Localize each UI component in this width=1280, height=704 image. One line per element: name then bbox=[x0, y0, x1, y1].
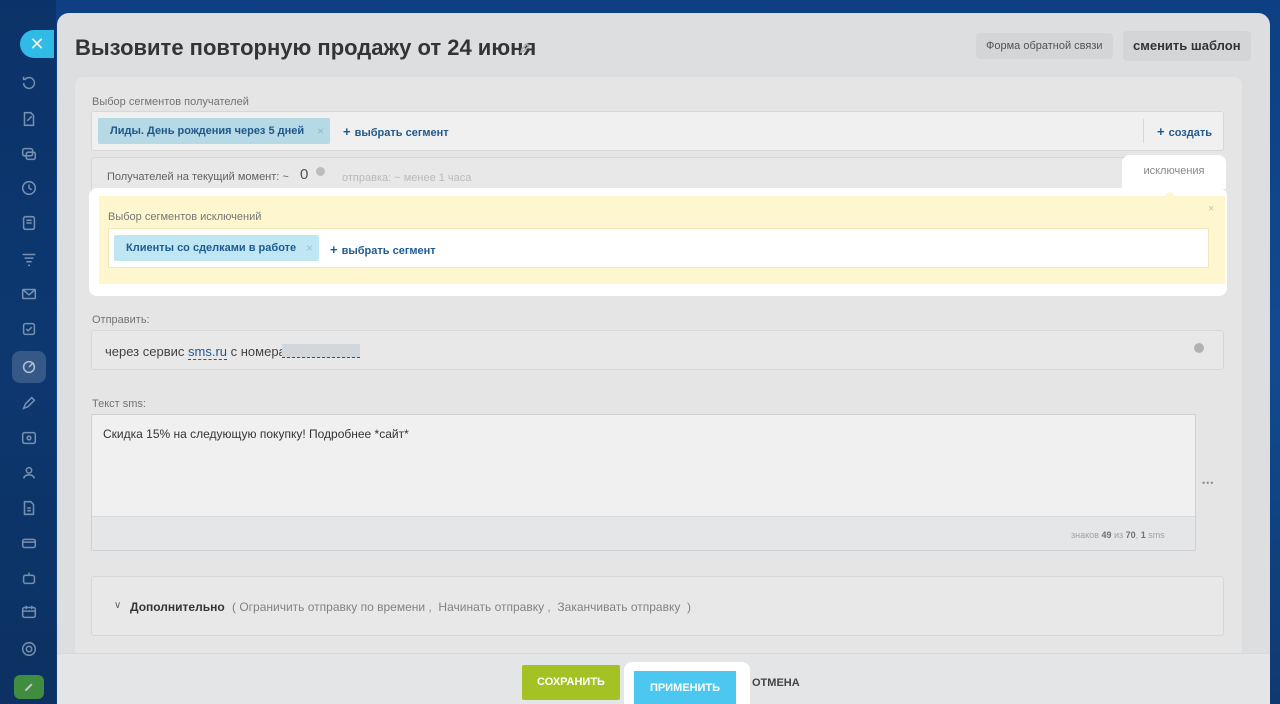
tasks-icon[interactable] bbox=[18, 318, 40, 340]
recipients-count-label: Получателей на текущий момент: ~ bbox=[107, 171, 289, 183]
filter-icon[interactable] bbox=[18, 248, 40, 270]
recipients-count-value: 0 bbox=[300, 166, 309, 183]
exclusions-tab[interactable]: исключения bbox=[1122, 155, 1226, 189]
save-button[interactable]: СОХРАНИТЬ bbox=[522, 665, 620, 700]
add-recipient-segment-link[interactable]: + выбрать сегмент bbox=[343, 124, 449, 139]
additional-options: ( Ограничить отправку по времени , Начин… bbox=[232, 600, 692, 614]
plus-icon: + bbox=[1157, 124, 1165, 139]
left-sidebar bbox=[0, 0, 56, 704]
phone-number-redacted[interactable] bbox=[282, 344, 360, 358]
close-slider-button[interactable]: ✕ bbox=[20, 30, 54, 58]
send-label: Отправить: bbox=[92, 314, 150, 326]
remove-segment-icon[interactable]: × bbox=[317, 118, 324, 144]
divider bbox=[1143, 119, 1144, 143]
close-icon: ✕ bbox=[29, 34, 45, 54]
sms-counter-bar bbox=[92, 516, 1195, 550]
edit-title-icon[interactable] bbox=[519, 41, 531, 54]
sms-service-link[interactable]: sms.ru bbox=[188, 344, 228, 360]
send-time-estimate: отправка: ~ менее 1 часа bbox=[342, 172, 472, 184]
calendar-icon[interactable] bbox=[18, 601, 40, 623]
exclusion-segment-tag[interactable]: Клиенты со сделками в работе × bbox=[114, 235, 319, 261]
chevron-down-icon[interactable]: ∨ bbox=[114, 600, 121, 611]
recipient-segment-tag[interactable]: Лиды. День рождения через 5 дней × bbox=[98, 118, 330, 144]
robot-icon[interactable] bbox=[18, 567, 40, 589]
more-options-icon[interactable]: ••• bbox=[1202, 478, 1214, 488]
card-icon[interactable] bbox=[18, 532, 40, 554]
feedback-form-button[interactable]: Форма обратной связи bbox=[976, 33, 1113, 59]
exclusions-label: Выбор сегментов исключений bbox=[108, 211, 262, 223]
notes-icon[interactable] bbox=[18, 212, 40, 234]
add-exclusion-segment-link[interactable]: + выбрать сегмент bbox=[330, 242, 436, 257]
chat-icon[interactable] bbox=[18, 143, 40, 165]
settings-icon[interactable] bbox=[18, 638, 40, 660]
rocket-icon[interactable] bbox=[14, 675, 44, 699]
sms-text-label: Текст sms: bbox=[92, 398, 146, 410]
close-icon[interactable]: × bbox=[1208, 203, 1214, 215]
additional-title[interactable]: Дополнительно bbox=[130, 600, 225, 614]
sms-character-counter: знаков 49 из 70, 1 sms bbox=[1071, 530, 1165, 540]
pen-icon[interactable] bbox=[18, 392, 40, 414]
page-title: Вызовите повторную продажу от 24 июня bbox=[75, 35, 537, 60]
users-icon[interactable] bbox=[18, 462, 40, 484]
plus-icon: + bbox=[343, 124, 351, 139]
send-service-text: через сервис sms.ru с номера bbox=[105, 344, 286, 360]
remove-segment-icon[interactable]: × bbox=[306, 235, 313, 261]
file-icon[interactable] bbox=[18, 497, 40, 519]
info-icon[interactable] bbox=[1194, 343, 1204, 353]
plus-icon: + bbox=[330, 242, 338, 257]
clock-icon[interactable] bbox=[18, 177, 40, 199]
document-edit-icon[interactable] bbox=[18, 108, 40, 130]
cancel-button[interactable]: ОТМЕНА bbox=[752, 677, 800, 689]
marketing-icon[interactable] bbox=[18, 356, 40, 378]
refresh-icon[interactable] bbox=[18, 72, 40, 94]
sms-text-value: Скидка 15% на следующую покупку! Подробн… bbox=[103, 427, 409, 441]
apply-button[interactable]: ПРИМЕНИТЬ bbox=[634, 671, 736, 704]
create-segment-link[interactable]: + создать bbox=[1157, 124, 1212, 139]
change-template-button[interactable]: сменить шаблон bbox=[1123, 31, 1251, 61]
recipients-label: Выбор сегментов получателей bbox=[92, 96, 249, 108]
image-icon[interactable] bbox=[18, 427, 40, 449]
help-icon[interactable] bbox=[316, 167, 325, 176]
mail-icon[interactable] bbox=[18, 283, 40, 305]
exclusions-pointer bbox=[1163, 191, 1177, 198]
